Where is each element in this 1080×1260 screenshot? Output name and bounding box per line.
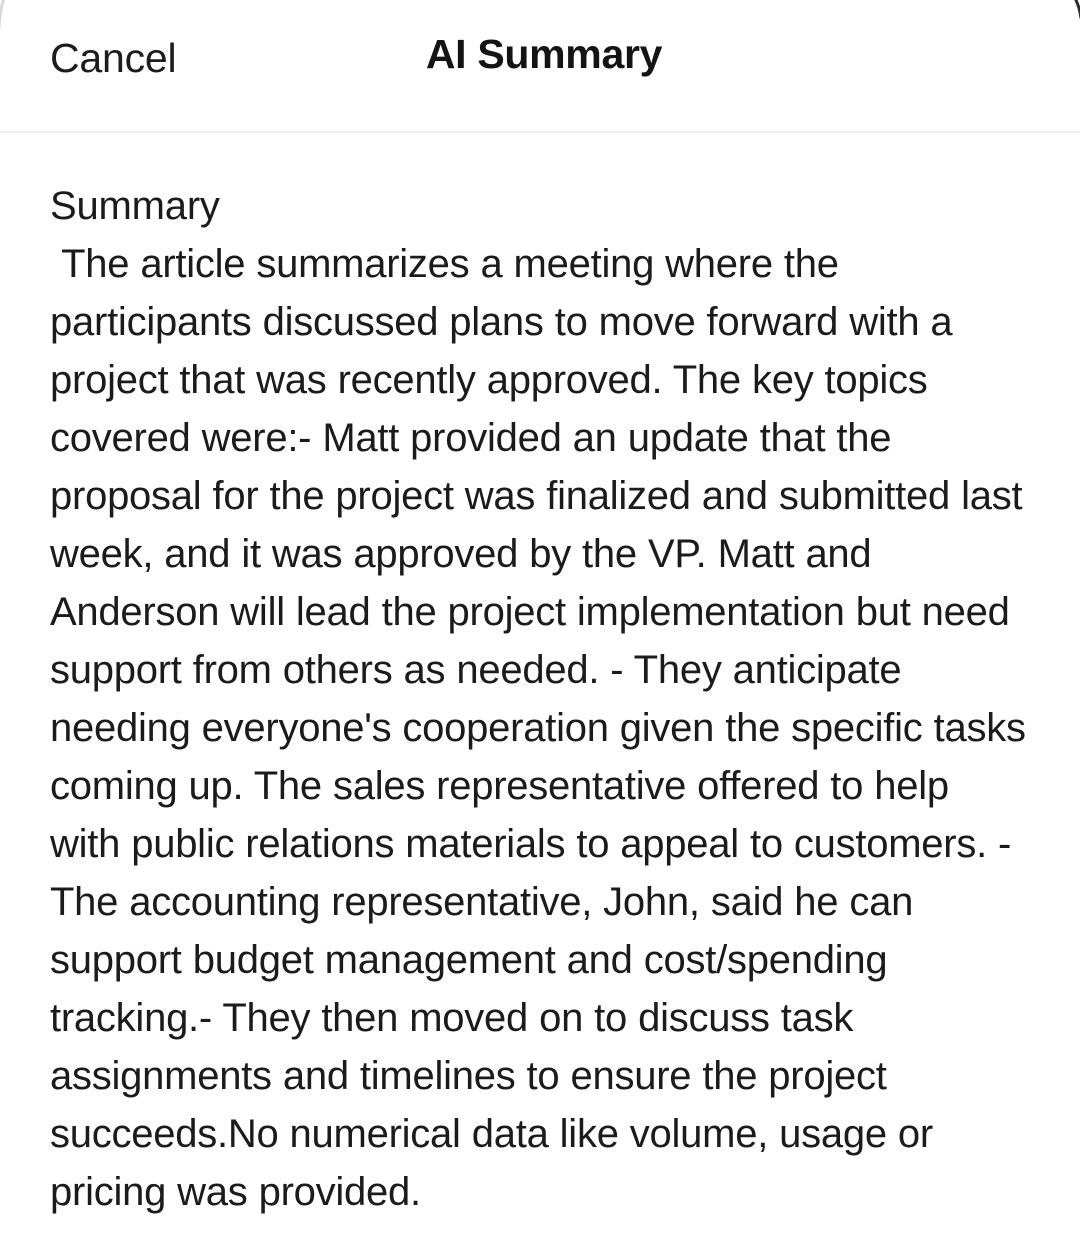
summary-body-text: The article summarizes a meeting where t… — [50, 242, 1037, 1214]
ai-summary-screen: Cancel AI Summary Summary The article su… — [0, 0, 1080, 1260]
page-title: AI Summary — [425, 31, 663, 77]
summary-section-heading: Summary — [50, 184, 220, 228]
summary-content-area[interactable]: Summary The article summarizes a meeting… — [0, 133, 1080, 1260]
navigation-bar: Cancel AI Summary — [0, 0, 1080, 133]
